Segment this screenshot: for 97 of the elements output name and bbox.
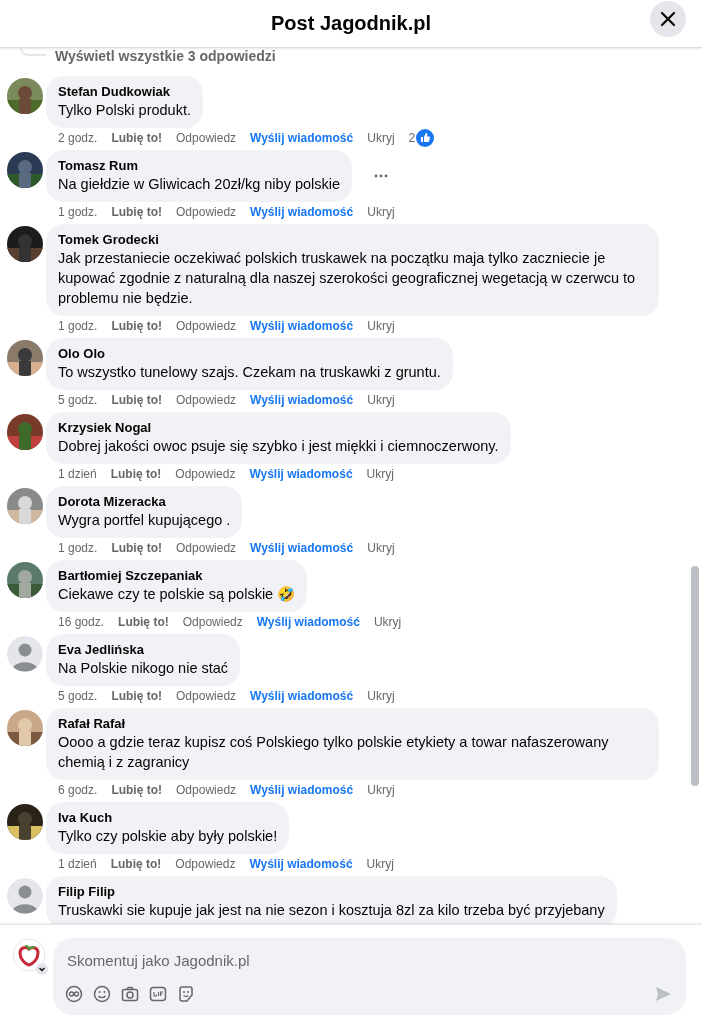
page-logo-icon[interactable]	[12, 938, 48, 976]
comment-time: 5 godz.	[58, 689, 98, 703]
comment-text: Na giełdzie w Gliwicach 20zł/kg niby polskie	[58, 175, 341, 194]
like-link[interactable]: Lubię to!	[111, 392, 163, 408]
comment-box[interactable]: Skomentuj jako Jagodnik.pl	[53, 938, 686, 1015]
send-message-link[interactable]: Wyślij wiadomość	[250, 318, 354, 334]
send-message-link[interactable]: Wyślij wiadomość	[250, 782, 354, 798]
more-icon[interactable]	[374, 174, 389, 178]
comment-time: 1 dzień	[58, 857, 97, 871]
close-icon[interactable]	[658, 9, 678, 29]
reply-link[interactable]: Odpowiedz	[176, 782, 237, 798]
comment-text: To wszystko tunelowy szajs. Czekam na truskawki z gruntu.	[58, 363, 441, 382]
hide-link[interactable]: Ukryj	[367, 782, 395, 798]
comment-time: 2 godz.	[58, 131, 98, 145]
reply-link[interactable]: Odpowiedz	[176, 204, 237, 220]
emoji-icon[interactable]	[93, 985, 111, 1003]
avatar[interactable]	[7, 804, 43, 840]
comment-time: 6 godz.	[58, 783, 98, 797]
reply-link[interactable]: Odpowiedz	[175, 856, 236, 872]
avatar-icon	[7, 878, 43, 914]
comment-text: Dobrej jakości owoc psuje się szybko i jest miękki i ciemnoczerwony.	[58, 437, 499, 456]
comment-author[interactable]: Olo Olo	[58, 346, 441, 362]
reply-link[interactable]: Odpowiedz	[176, 540, 237, 556]
comment-text: Truskawki sie kupuje jak jest na nie sezon i kosztuja 8zl za kilo trzeba być przyjebany	[58, 901, 605, 920]
like-link[interactable]: Lubię to!	[110, 466, 162, 482]
hide-link[interactable]: Ukryj	[367, 688, 395, 704]
dialog-title: Post Jagodnik.pl	[271, 12, 431, 35]
reaction-count: 2	[408, 131, 416, 145]
like-link[interactable]: Lubię to!	[111, 540, 163, 556]
comment-author[interactable]: Stefan Dudkowiak	[58, 84, 191, 100]
comment-text: Tylko czy polskie aby były polskie!	[58, 827, 278, 846]
send-message-link[interactable]: Wyślij wiadomość	[249, 466, 353, 482]
hide-link[interactable]: Ukryj	[366, 856, 394, 872]
avatar-sticker-icon[interactable]	[65, 985, 83, 1003]
reply-link[interactable]: Odpowiedz	[176, 318, 237, 334]
comment-text: Wygra portfel kupującego .	[58, 511, 231, 530]
view-replies-link[interactable]: Wyświetl wszystkie 3 odpowiedzi	[55, 48, 276, 64]
send-message-link[interactable]: Wyślij wiadomość	[250, 392, 354, 408]
camera-icon[interactable]	[121, 985, 139, 1003]
comment-time: 5 godz.	[58, 393, 98, 407]
reply-link[interactable]: Odpowiedz	[176, 688, 237, 704]
avatar-icon	[7, 636, 43, 672]
send-message-link[interactable]: Wyślij wiadomość	[250, 540, 354, 556]
comment-author[interactable]: Tomek Grodecki	[58, 232, 647, 248]
hide-link[interactable]: Ukryj	[367, 130, 395, 146]
like-link[interactable]: Lubię to!	[111, 688, 163, 704]
close-button[interactable]	[650, 1, 686, 37]
sticker-icon[interactable]	[177, 985, 195, 1003]
avatar[interactable]	[7, 152, 43, 188]
avatar[interactable]	[7, 562, 43, 598]
like-link[interactable]: Lubię to!	[111, 204, 163, 220]
send-message-link[interactable]: Wyślij wiadomość	[250, 688, 354, 704]
avatar[interactable]	[7, 414, 43, 450]
avatar[interactable]	[7, 340, 43, 376]
send-message-link[interactable]: Wyślij wiadomość	[250, 204, 354, 220]
like-link[interactable]: Lubię to!	[111, 782, 163, 798]
comment-time: 16 godz.	[58, 615, 105, 629]
gif-icon[interactable]	[149, 985, 167, 1003]
reply-link[interactable]: Odpowiedz	[175, 466, 236, 482]
reply-link[interactable]: Odpowiedz	[182, 614, 243, 630]
comment-text: Tylko Polski produkt.	[58, 101, 191, 120]
comment-author[interactable]: Tomasz Rum	[58, 158, 341, 174]
reply-link[interactable]: Odpowiedz	[176, 392, 237, 408]
like-link[interactable]: Lubię to!	[110, 856, 162, 872]
reply-link[interactable]: Odpowiedz	[176, 130, 237, 146]
hide-link[interactable]: Ukryj	[367, 204, 395, 220]
comment-author[interactable]: Dorota Mizeracka	[58, 494, 231, 510]
like-link[interactable]: Lubię to!	[111, 318, 163, 334]
send-message-link[interactable]: Wyślij wiadomość	[250, 130, 354, 146]
scrollbar[interactable]	[691, 566, 699, 786]
hide-link[interactable]: Ukryj	[366, 466, 394, 482]
comment-time: 1 dzień	[58, 467, 97, 481]
comment-author[interactable]: Filip Filip	[58, 884, 605, 900]
hide-link[interactable]: Ukryj	[367, 392, 395, 408]
comment-author[interactable]: Iva Kuch	[58, 810, 278, 826]
comment-author[interactable]: Krzysiek Nogal	[58, 420, 499, 436]
send-message-link[interactable]: Wyślij wiadomość	[256, 614, 360, 630]
comment-time: 1 godz.	[58, 541, 98, 555]
like-link[interactable]: Lubię to!	[118, 614, 169, 630]
comment-time: 1 godz.	[58, 319, 98, 333]
like-link[interactable]: Lubię to!	[111, 130, 163, 146]
comment-author[interactable]: Bartłomiej Szczepaniak	[58, 568, 296, 584]
send-message-link[interactable]: Wyślij wiadomość	[249, 856, 353, 872]
comment-text: Na Polskie nikogo nie stać	[58, 659, 229, 678]
comment-text: Jak przestaniecie oczekiwać polskich truskawek na początku maja tylko zaczniecie je kupować zgodnie z naturalną dla naszej szerokości geograficznej wegetacją w czerwcu to problemu nie będzie.	[58, 249, 637, 308]
comment-time: 1 godz.	[58, 205, 98, 219]
hide-link[interactable]: Ukryj	[367, 318, 395, 334]
avatar[interactable]	[7, 226, 43, 262]
avatar[interactable]	[7, 710, 43, 746]
comment-text: Ciekawe czy te polskie są polskie 🤣	[58, 585, 296, 604]
hide-link[interactable]: Ukryj	[367, 540, 395, 556]
comment-text: Oooo a gdzie teraz kupisz coś Polskiego tylko polskie etykiety a towar nafaszerowany chemią i z zagranicy	[58, 733, 610, 772]
hide-link[interactable]: Ukryj	[373, 614, 402, 630]
comment-author[interactable]: Rafał Rafał	[58, 716, 647, 732]
like-icon[interactable]	[416, 129, 435, 147]
comment-author[interactable]: Eva Jedlińska	[58, 642, 229, 658]
avatar[interactable]	[7, 78, 43, 114]
